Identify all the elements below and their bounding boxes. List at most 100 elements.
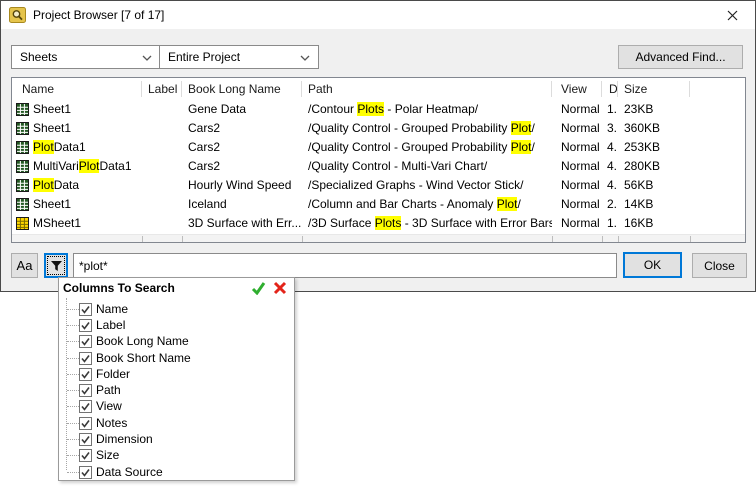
sheet-name: Sheet1 [33, 119, 71, 138]
path-cell: /3D Surface Plots - 3D Surface with Erro… [302, 214, 552, 233]
view-cell: Normal [552, 100, 602, 119]
tree-connector [67, 341, 79, 342]
column-boundary-tick [302, 236, 303, 242]
column-header-name[interactable]: Name [12, 81, 142, 97]
view-cell: Normal [552, 157, 602, 176]
table-row[interactable]: PlotDataHourly Wind Speed/Specialized Gr… [12, 176, 745, 195]
checkbox-checked-icon [79, 335, 92, 348]
sheet-name: Sheet1 [33, 100, 71, 119]
checkbox-notes[interactable] [79, 417, 92, 430]
column-option-view[interactable]: View [59, 399, 294, 415]
column-boundary-tick [690, 236, 691, 242]
column-option-label: View [96, 400, 122, 413]
checkbox-size[interactable] [79, 449, 92, 462]
checkbox-checked-icon [79, 368, 92, 381]
table-row[interactable]: Sheet1 Cars2/Quality Control - Grouped Pr… [12, 119, 745, 138]
table-row[interactable]: Sheet1Gene Data/Contour Plots - Polar He… [12, 100, 745, 119]
sheet-name: MultiVariPlotData1 [33, 157, 132, 176]
column-header-dimension[interactable]: Dimension [602, 81, 618, 97]
column-option-name[interactable]: Name [59, 301, 294, 317]
checkbox-checked-icon [79, 400, 92, 413]
column-header-book-long-name[interactable]: Book Long Name [182, 81, 302, 97]
find-type-dropdown[interactable]: Sheets [11, 45, 161, 69]
column-boundary-tick [618, 236, 619, 242]
apply-button[interactable] [251, 281, 266, 295]
column-option-notes[interactable]: Notes [59, 415, 294, 431]
column-option-size[interactable]: Size [59, 448, 294, 464]
book-long-name-cell: Hourly Wind Speed [182, 176, 302, 195]
dimension-cell: 4.. [602, 138, 618, 157]
column-option-data-source[interactable]: Data Source [59, 464, 294, 480]
column-option-path[interactable]: Path [59, 382, 294, 398]
tree-connector [67, 472, 79, 473]
results-table: NameLabelBook Long NamePathViewDimension… [11, 77, 746, 243]
column-option-label: Folder [96, 368, 130, 381]
column-option-folder[interactable]: Folder [59, 366, 294, 382]
checkbox-checked-icon [79, 433, 92, 446]
red-cross-icon [273, 281, 287, 295]
checkbox-data-source[interactable] [79, 466, 92, 479]
view-cell: Normal [552, 176, 602, 195]
checkbox-folder[interactable] [79, 368, 92, 381]
name-cell: PlotData [12, 176, 142, 195]
dimension-cell: 1.. [602, 214, 618, 233]
checkbox-path[interactable] [79, 384, 92, 397]
window-close-button[interactable] [710, 1, 755, 29]
book-long-name-cell: Cars2 [182, 119, 302, 138]
dimension-cell: 3.. [602, 119, 618, 138]
book-long-name-cell: Gene Data [182, 100, 302, 119]
checkbox-book-long-name[interactable] [79, 335, 92, 348]
column-header-view[interactable]: View [552, 81, 602, 97]
path-cell: /Quality Control - Grouped Probability P… [302, 138, 552, 157]
size-cell: 280KB [618, 157, 690, 176]
column-header-path[interactable]: Path [302, 81, 552, 97]
table-row[interactable]: PlotData1Cars2/Quality Control - Grouped… [12, 138, 745, 157]
size-cell: 16KB [618, 214, 690, 233]
checkbox-dimension[interactable] [79, 433, 92, 446]
column-option-book-long-name[interactable]: Book Long Name [59, 334, 294, 350]
match-case-button[interactable]: Aa [11, 253, 38, 278]
advanced-find-button[interactable]: Advanced Find... [618, 45, 743, 69]
size-cell: 14KB [618, 195, 690, 214]
filter-columns-button[interactable] [44, 253, 68, 278]
ok-button[interactable]: OK [623, 252, 682, 278]
green-check-icon [251, 281, 266, 295]
name-cell: PlotData1 [12, 138, 142, 157]
checkbox-label[interactable] [79, 319, 92, 332]
columns-checkbox-list: NameLabelBook Long NameBook Short Name Fo… [59, 298, 294, 480]
horizontal-scrollbar[interactable] [12, 234, 745, 242]
column-header-label[interactable]: Label [142, 81, 182, 97]
chevron-down-icon [300, 50, 310, 64]
checkbox-book-short-name[interactable] [79, 352, 92, 365]
close-button[interactable]: Close [692, 253, 747, 278]
checkbox-checked-icon [79, 352, 92, 365]
checkbox-view[interactable] [79, 400, 92, 413]
worksheet-icon [16, 103, 29, 116]
checkbox-name[interactable] [79, 303, 92, 316]
cancel-button[interactable] [273, 281, 287, 295]
sheet-name: Sheet1 [33, 195, 71, 214]
size-cell: 360KB [618, 119, 690, 138]
tree-connector [67, 455, 79, 456]
name-cell: MultiVariPlotData1 [12, 157, 142, 176]
table-header-row: NameLabelBook Long NamePathViewDimension… [12, 78, 745, 100]
path-cell: /Quality Control - Grouped Probability P… [302, 119, 552, 138]
name-cell: Sheet1 [12, 195, 142, 214]
dimension-cell: 2.. [602, 195, 618, 214]
column-option-book-short-name[interactable]: Book Short Name [59, 350, 294, 366]
worksheet-icon [16, 141, 29, 154]
dimension-cell: 4.. [602, 176, 618, 195]
column-header-blank[interactable] [690, 81, 745, 97]
chevron-down-icon [142, 50, 152, 64]
checkbox-checked-icon [79, 319, 92, 332]
table-row[interactable]: MSheet13D Surface with Err.../3D Surface… [12, 214, 745, 233]
table-row[interactable]: MultiVariPlotData1Cars2/Quality Control … [12, 157, 745, 176]
search-input[interactable] [73, 253, 617, 278]
size-cell: 253KB [618, 138, 690, 157]
search-range-dropdown[interactable]: Entire Project [159, 45, 319, 69]
column-header-size[interactable]: Size [618, 81, 690, 97]
project-browser-dialog: Project Browser [7 of 17] Sheets Entire … [0, 0, 756, 292]
table-row[interactable]: Sheet1Iceland/Column and Bar Charts - An… [12, 195, 745, 214]
column-option-dimension[interactable]: Dimension [59, 431, 294, 447]
column-option-label[interactable]: Label [59, 317, 294, 333]
